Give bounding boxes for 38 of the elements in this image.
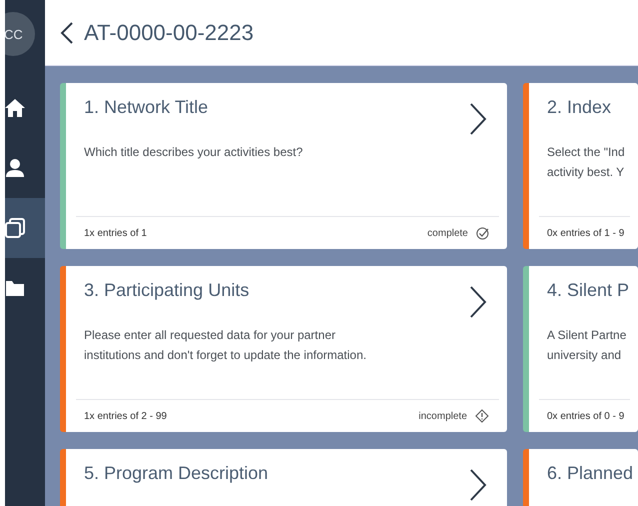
card-title: 5. Program Description bbox=[84, 463, 268, 484]
section-card[interactable]: 4. Silent P A Silent Partne university and 0x entries of 0 - 9 bbox=[523, 266, 638, 432]
card-description: institutions and don't forget to update the information. bbox=[84, 347, 366, 364]
card-title: 3. Participating Units bbox=[84, 280, 250, 301]
chevron-right-icon[interactable] bbox=[469, 103, 487, 135]
entries-count: 0x entries of 1 - 9 bbox=[547, 228, 626, 238]
person-icon bbox=[5, 158, 25, 178]
home-icon bbox=[5, 98, 25, 118]
status-label: incomplete bbox=[418, 410, 467, 422]
chevron-right-icon[interactable] bbox=[469, 286, 487, 318]
chevron-right-icon[interactable] bbox=[469, 469, 487, 501]
card-description: university and bbox=[547, 347, 622, 364]
entries-count: 1x entries of 1 bbox=[84, 228, 148, 238]
folder-icon bbox=[5, 278, 25, 298]
section-card[interactable]: 3. Participating Units Please enter all requested data for your partner institutions and don't forget to update the information. 1x entries of 2 - 99 incomplete bbox=[60, 266, 507, 432]
card-description: Which title describes your activities best? bbox=[84, 144, 303, 161]
section-card[interactable]: 1. Network Title Which title describes your activities best? 1x entries of 1 complete bbox=[60, 83, 507, 249]
card-title: 6. Planned bbox=[547, 463, 634, 484]
card-title: 1. Network Title bbox=[84, 97, 208, 118]
section-card[interactable]: 6. Planned bbox=[523, 449, 638, 506]
entries-count: 0x entries of 0 - 9 bbox=[547, 410, 626, 422]
section-card[interactable]: 2. Index Select the "Ind activity best. Y 0x entries of 1 - 9 bbox=[523, 83, 638, 249]
entries-count: 1x entries of 2 - 99 bbox=[84, 410, 168, 422]
nav-item[interactable] bbox=[5, 198, 45, 258]
avatar[interactable]: CC bbox=[5, 12, 35, 56]
card-description: Select the "Ind bbox=[547, 144, 625, 161]
card-title: 2. Index bbox=[547, 97, 612, 118]
card-description: Please enter all requested data for your partner bbox=[84, 327, 336, 344]
card-description: A Silent Partne bbox=[547, 327, 626, 344]
stacked-cards-icon bbox=[5, 218, 25, 238]
back-icon[interactable] bbox=[60, 22, 74, 44]
check-circle-icon bbox=[476, 226, 489, 240]
section-card[interactable]: 5. Program Description bbox=[60, 449, 507, 506]
page-title: AT-0000-00-2223 bbox=[84, 20, 254, 46]
warning-diamond-icon bbox=[475, 409, 489, 423]
card-title: 4. Silent P bbox=[547, 280, 630, 301]
status-label: complete bbox=[427, 228, 468, 238]
card-description: activity best. Y bbox=[547, 164, 624, 181]
